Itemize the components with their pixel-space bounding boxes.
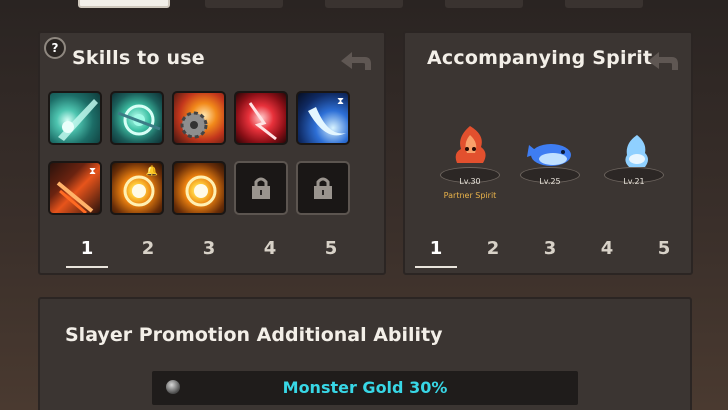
skill-tab-4[interactable]: 4 xyxy=(255,238,285,259)
skill-slot-1[interactable] xyxy=(48,91,102,145)
promotion-panel-title: Slayer Promotion Additional Ability xyxy=(65,324,443,346)
top-tab-strip xyxy=(0,0,728,10)
skills-panel: ? Skills to use ⧗ ⧗ 🔔 1 2 3 4 5 xyxy=(38,31,386,275)
teal-slash-skill-icon xyxy=(58,99,98,141)
red-fire-spirit-icon xyxy=(455,126,486,163)
partner-spirit-label: Partner Spirit xyxy=(443,191,497,200)
teal-vortex-skill-icon xyxy=(117,104,161,136)
spirit-tab-3[interactable]: 3 xyxy=(535,238,565,259)
blue-whale-spirit-icon xyxy=(527,144,571,166)
skill-slot-7[interactable]: 🔔 xyxy=(110,161,164,215)
lock-icon xyxy=(252,177,270,199)
spirit-slot-1[interactable]: Lv.30 Partner Spirit xyxy=(435,126,505,209)
promotion-panel: Slayer Promotion Additional Ability Mons… xyxy=(38,297,692,410)
blue-wisp-spirit-icon xyxy=(625,135,648,167)
spirit-tab-5[interactable]: 5 xyxy=(649,238,679,259)
skill-slot-10-locked[interactable] xyxy=(296,161,350,215)
back-arrow-icon xyxy=(648,52,678,70)
skill-tab-2[interactable]: 2 xyxy=(133,238,163,259)
skill-slot-3[interactable] xyxy=(172,91,226,145)
spirit-preset-tabs: 1 2 3 4 5 xyxy=(405,238,691,268)
skill-tab-5[interactable]: 5 xyxy=(316,238,346,259)
skills-back-button[interactable] xyxy=(338,47,374,75)
skill-slot-5[interactable]: ⧗ xyxy=(296,91,350,145)
spirit-panel-title: Accompanying Spirit xyxy=(427,47,653,69)
skill-slot-4[interactable] xyxy=(234,91,288,145)
spirit-tab-2[interactable]: 2 xyxy=(478,238,508,259)
skill-preset-tabs: 1 2 3 4 5 xyxy=(40,238,384,268)
golden-sun-skill-icon xyxy=(185,175,217,207)
skill-slot-8[interactable] xyxy=(172,161,226,215)
spirit-slot-2[interactable]: Lv.25 xyxy=(515,129,585,209)
spirit-level: Lv.25 xyxy=(539,177,561,186)
hourglass-icon: ⧗ xyxy=(88,166,96,177)
spirit-tab-4[interactable]: 4 xyxy=(592,238,622,259)
skills-panel-title: Skills to use xyxy=(72,47,205,69)
top-tab-5[interactable] xyxy=(565,0,643,8)
top-tab-2[interactable] xyxy=(205,0,283,8)
spirit-slot-3[interactable]: Lv.21 xyxy=(599,129,669,209)
ability-row: Monster Gold 30% xyxy=(152,371,578,405)
bell-icon: 🔔 xyxy=(145,166,158,177)
skill-tab-1[interactable]: 1 xyxy=(72,238,102,259)
top-tab-4[interactable] xyxy=(445,0,523,8)
top-tab-1[interactable] xyxy=(78,0,170,8)
skill-slot-2[interactable] xyxy=(110,91,164,145)
fire-gear-skill-icon xyxy=(180,111,208,139)
top-tab-3[interactable] xyxy=(325,0,403,8)
lock-icon xyxy=(314,177,332,199)
spirit-tab-underline xyxy=(415,266,457,268)
skill-slot-9-locked[interactable] xyxy=(234,161,288,215)
skill-tab-3[interactable]: 3 xyxy=(194,238,224,259)
skill-slot-6[interactable]: ⧗ xyxy=(48,161,102,215)
spirit-level: Lv.21 xyxy=(623,177,645,186)
spirit-back-button[interactable] xyxy=(645,47,681,75)
help-button[interactable]: ? xyxy=(44,37,66,59)
spirit-tab-1[interactable]: 1 xyxy=(421,238,451,259)
hourglass-icon: ⧗ xyxy=(336,96,344,107)
red-burst-skill-icon xyxy=(248,102,277,141)
skill-tab-underline xyxy=(66,266,108,268)
spirit-level: Lv.30 xyxy=(459,177,481,186)
spirit-panel: Accompanying Spirit Lv.30 Partner Spirit… xyxy=(403,31,693,275)
back-arrow-icon xyxy=(341,52,371,70)
ability-text: Monster Gold 30% xyxy=(282,378,448,397)
